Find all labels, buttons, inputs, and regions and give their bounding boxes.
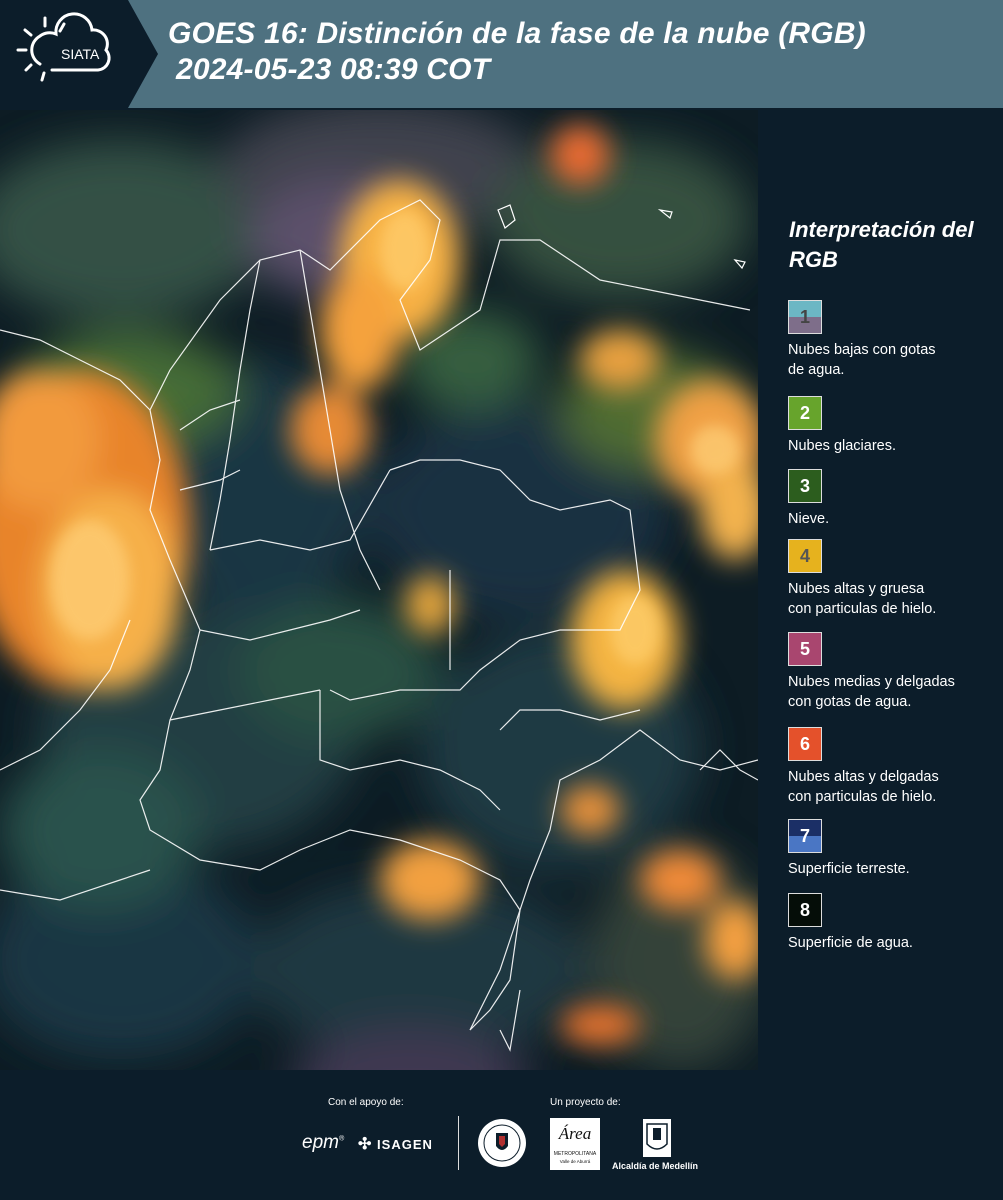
epm-logo-text: epm <box>302 1132 339 1153</box>
legend-label-3: Nieve. <box>788 509 1003 529</box>
legend-number-1: 1 <box>799 306 810 327</box>
area-logo-sub2: Valle de Aburrá <box>559 1159 591 1164</box>
legend-label-8: Superficie de agua. <box>788 933 1003 953</box>
legend-item-6: 6 Nubes altas y delgadas con particulas … <box>788 727 1003 807</box>
header-bar: SIATA GOES 16: Distinción de la fase de … <box>0 0 1003 108</box>
legend-label-6: Nubes altas y delgadas con particulas de… <box>788 767 1003 807</box>
legend-number-2: 2 <box>799 402 810 423</box>
legend-number-5: 5 <box>799 638 810 659</box>
medellin-shield-icon <box>642 1118 672 1158</box>
legend-label-3-line-1: Nieve. <box>788 511 830 527</box>
legend-label-1-line-2: de agua. <box>788 362 845 378</box>
legend-number-4: 4 <box>799 545 810 566</box>
legend-label-4-line-1: Nubes altas y gruesa <box>788 581 925 597</box>
legend-label-1: Nubes bajas con gotas de agua. <box>788 340 1003 380</box>
footer-divider <box>458 1116 459 1170</box>
legend-item-1: 1 Nubes bajas con gotas de agua. <box>788 300 1003 380</box>
legend-swatch-8: 8 <box>788 893 822 927</box>
alcaldia-label: Alcaldía de Medellín <box>612 1161 699 1171</box>
legend-label-2: Nubes glaciares. <box>788 436 1003 456</box>
project-label: Un proyecto de: <box>550 1097 621 1108</box>
legend-label-7-line-1: Superficie terreste. <box>788 861 910 877</box>
legend-swatch-4: 4 <box>788 539 822 573</box>
legend-label-4-line-2: con particulas de hielo. <box>788 601 937 617</box>
legend-label-1-line-1: Nubes bajas con gotas <box>788 342 936 358</box>
page-title: GOES 16: Distinción de la fase de la nub… <box>168 16 866 88</box>
legend-number-6: 6 <box>799 733 810 754</box>
legend-title: Interpretación del RGB <box>789 217 974 272</box>
legend-label-6-line-1: Nubes altas y delgadas <box>788 769 939 785</box>
legend-label-5-line-2: con gotas de agua. <box>788 694 912 710</box>
siata-logo: SIATA <box>0 0 160 108</box>
legend-swatch-3: 3 <box>788 469 822 503</box>
isagen-logo-text: ISAGEN <box>377 1137 433 1152</box>
isagen-logo: ✣ ISAGEN <box>358 1134 433 1154</box>
title-line-1: GOES 16: Distinción de la fase de la nub… <box>168 17 866 50</box>
university-seal-icon <box>477 1118 527 1168</box>
legend-label-6-line-2: con particulas de hielo. <box>788 789 937 805</box>
legend-item-5: 5 Nubes medias y delgadas con gotas de a… <box>788 632 1003 712</box>
support-label: Con el apoyo de: <box>328 1097 404 1108</box>
area-metropolitana-logo: Área METROPOLITANA Valle de Aburrá <box>550 1118 600 1170</box>
legend-swatch-2: 2 <box>788 396 822 430</box>
legend-swatch-5: 5 <box>788 632 822 666</box>
legend-panel: Interpretación del RGB 1 Nubes bajas con… <box>760 110 1003 1070</box>
legend-item-3: 3 Nieve. <box>788 469 1003 529</box>
legend-number-7: 7 <box>799 825 810 846</box>
legend-item-8: 8 Superficie de agua. <box>788 893 1003 953</box>
satellite-image <box>0 110 758 1070</box>
legend-label-2-line-1: Nubes glaciares. <box>788 438 896 454</box>
legend-label-8-line-1: Superficie de agua. <box>788 935 913 951</box>
legend-swatch-6: 6 <box>788 727 822 761</box>
isagen-icon: ✣ <box>358 1136 373 1153</box>
legend-label-4: Nubes altas y gruesa con particulas de h… <box>788 579 1003 619</box>
footer: Con el apoyo de: Un proyecto de: epm® ✣ … <box>0 1070 1003 1200</box>
area-logo-sub1: METROPOLITANA <box>553 1151 597 1157</box>
legend-label-5-line-1: Nubes medias y delgadas <box>788 674 955 690</box>
epm-logo: epm® <box>302 1132 345 1153</box>
legend-label-7: Superficie terreste. <box>788 859 1003 879</box>
area-logo-text: Área <box>558 1124 592 1143</box>
legend-item-7: 7 Superficie terreste. <box>788 819 1003 879</box>
legend-item-2: 2 Nubes glaciares. <box>788 396 1003 456</box>
siata-logo-text: SIATA <box>61 46 100 62</box>
legend-label-5: Nubes medias y delgadas con gotas de agu… <box>788 672 1003 712</box>
legend-swatch-1: 1 <box>788 300 822 334</box>
legend-number-8: 8 <box>799 899 810 920</box>
legend-swatch-7: 7 <box>788 819 822 853</box>
legend-item-4: 4 Nubes altas y gruesa con particulas de… <box>788 539 1003 619</box>
legend-number-3: 3 <box>799 475 810 496</box>
title-line-2: 2024-05-23 08:39 COT <box>176 53 491 86</box>
